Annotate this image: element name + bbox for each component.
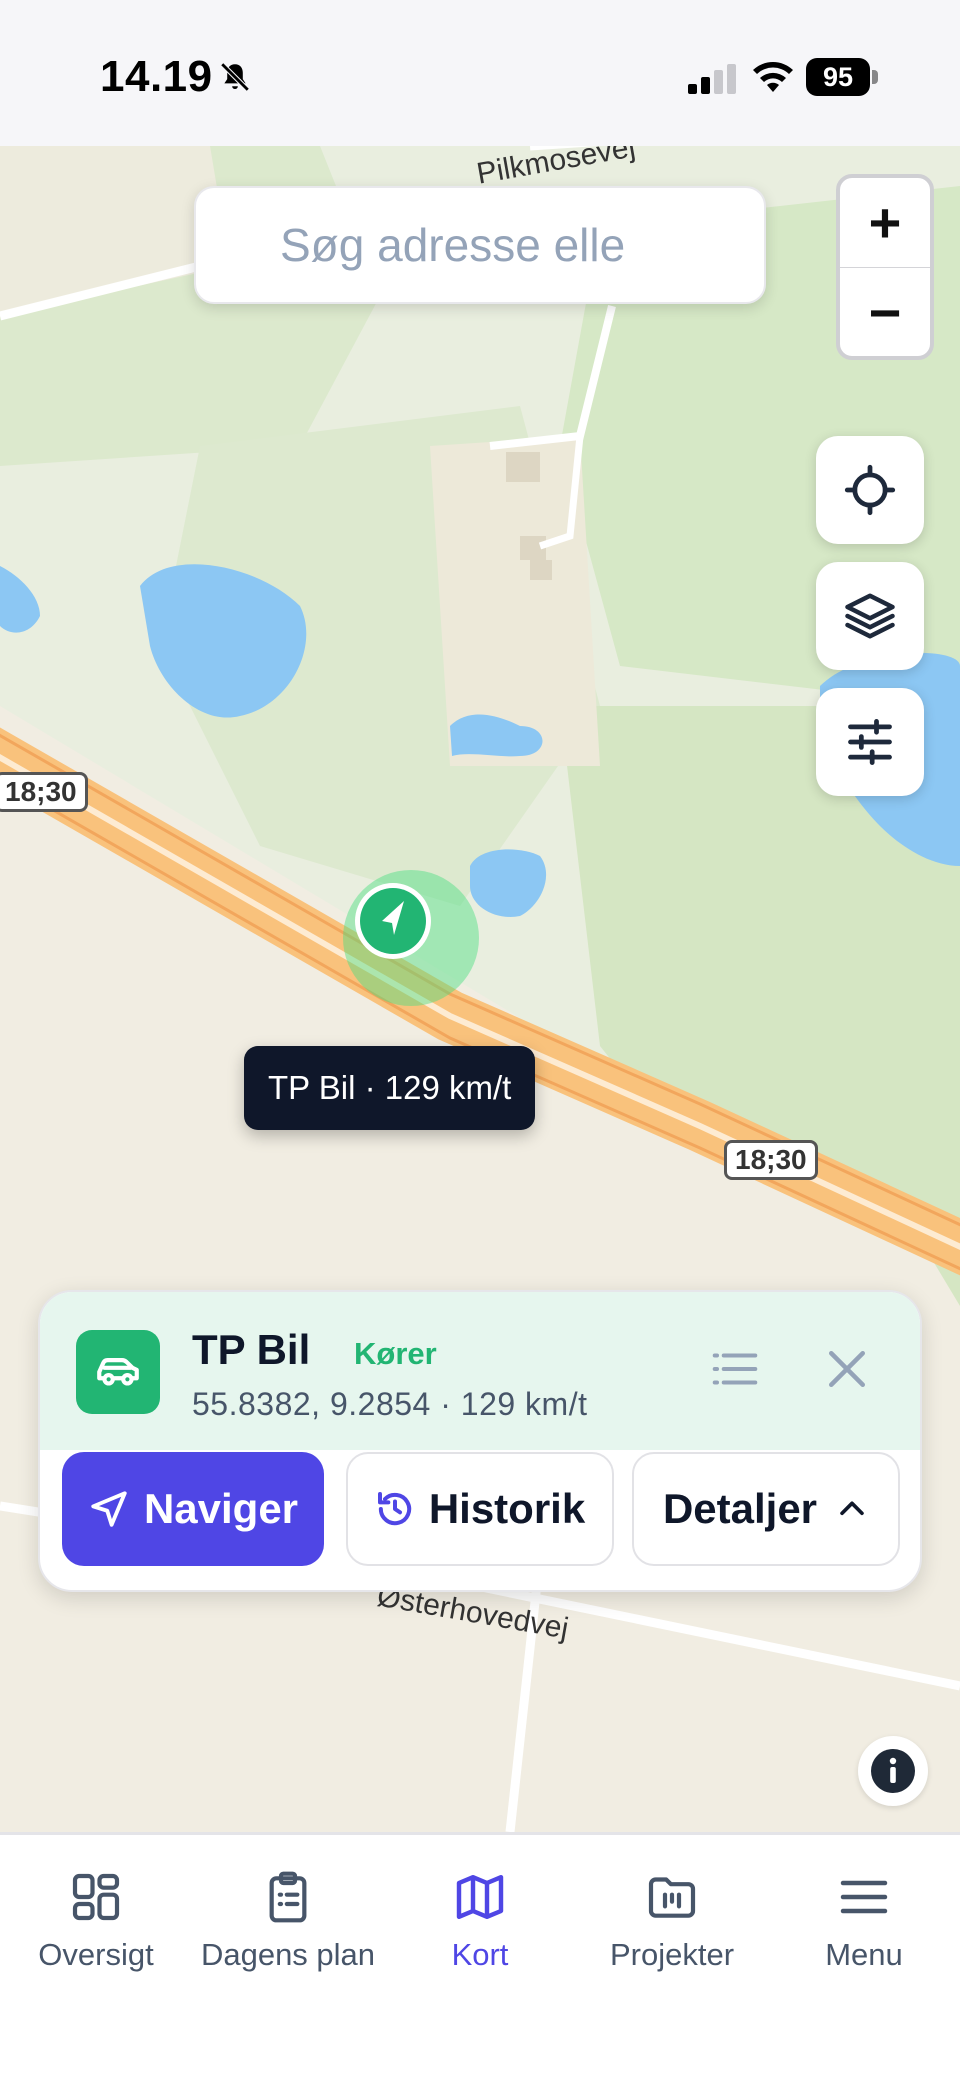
battery-level: 95 bbox=[806, 58, 870, 96]
navigation-arrow-icon bbox=[91, 1491, 127, 1527]
navigate-button-label: Naviger bbox=[143, 1485, 299, 1532]
crosshair-icon bbox=[844, 464, 896, 516]
vehicle-card: TP Bil Kører 55.8382, 9.2854 · 129 km/t … bbox=[38, 1290, 922, 1592]
vehicle-name: TP Bil bbox=[192, 1326, 311, 1373]
grid-icon bbox=[72, 1873, 120, 1921]
menu-icon bbox=[840, 1880, 888, 1914]
zoom-in-button[interactable]: + bbox=[840, 178, 930, 267]
vehicle-tooltip: TP Bil · 129 km/t bbox=[244, 1046, 536, 1130]
battery-indicator: 95 bbox=[806, 58, 878, 96]
layers-icon bbox=[845, 593, 895, 639]
road-label-west: 18;30 bbox=[0, 772, 88, 812]
vehicle-status-badge: Kører bbox=[354, 1336, 437, 1371]
history-icon bbox=[377, 1492, 411, 1526]
battery-tip bbox=[872, 70, 878, 84]
details-button-label: Detaljer bbox=[662, 1485, 818, 1532]
vehicle-location-marker[interactable] bbox=[342, 869, 480, 1007]
cellular-signal-icon bbox=[688, 64, 736, 94]
sliders-icon bbox=[848, 719, 892, 765]
navigate-button[interactable]: Naviger bbox=[62, 1452, 324, 1566]
details-button[interactable]: Detaljer bbox=[632, 1452, 900, 1566]
road-label-east: 18;30 bbox=[724, 1140, 818, 1180]
vehicle-avatar bbox=[76, 1330, 160, 1414]
locate-me-button[interactable] bbox=[816, 436, 924, 544]
clipboard-list-icon bbox=[269, 1871, 307, 1923]
status-bar: 14.19 95 bbox=[0, 0, 960, 146]
bottom-navigation: Oversigt Dagens plan Kort Projekter Menu bbox=[0, 1832, 960, 2079]
nav-item-kort[interactable]: Kort bbox=[384, 1869, 576, 1989]
status-time: 14.19 bbox=[100, 52, 213, 101]
nav-item-menu[interactable]: Menu bbox=[768, 1869, 960, 1989]
nav-label-menu: Menu bbox=[825, 1937, 903, 1972]
chevron-up-icon bbox=[840, 1501, 864, 1516]
folder-icon bbox=[648, 1877, 696, 1918]
nav-label-oversigt: Oversigt bbox=[38, 1937, 154, 1972]
close-icon[interactable] bbox=[820, 1342, 874, 1396]
map-layers-button[interactable] bbox=[816, 562, 924, 670]
map-search-box[interactable] bbox=[194, 186, 766, 304]
vehicle-position-speed: 55.8382, 9.2854 · 129 km/t bbox=[192, 1386, 588, 1422]
history-button-label: Historik bbox=[428, 1485, 586, 1532]
nav-item-dagens-plan[interactable]: Dagens plan bbox=[192, 1869, 384, 1989]
history-button[interactable]: Historik bbox=[346, 1452, 614, 1566]
vehicle-card-actions: Naviger Historik Detaljer bbox=[62, 1452, 902, 1568]
map-info-button[interactable] bbox=[858, 1736, 928, 1806]
map-icon bbox=[456, 1874, 504, 1920]
nav-item-oversigt[interactable]: Oversigt bbox=[0, 1869, 192, 1989]
zoom-out-button[interactable]: − bbox=[840, 268, 930, 356]
info-icon bbox=[871, 1749, 915, 1793]
address-search-input[interactable] bbox=[280, 218, 680, 272]
car-icon bbox=[97, 1358, 139, 1386]
map-filter-button[interactable] bbox=[816, 688, 924, 796]
nav-item-projekter[interactable]: Projekter bbox=[576, 1869, 768, 1989]
nav-label-projekter: Projekter bbox=[609, 1937, 735, 1972]
nav-label-kort: Kort bbox=[451, 1937, 509, 1972]
vehicle-card-header: TP Bil Kører 55.8382, 9.2854 · 129 km/t bbox=[40, 1292, 920, 1450]
wifi-icon bbox=[753, 62, 793, 92]
zoom-control: + − bbox=[836, 174, 934, 360]
bell-muted-icon bbox=[220, 62, 250, 92]
list-icon[interactable] bbox=[708, 1342, 762, 1396]
nav-label-dagens-plan: Dagens plan bbox=[200, 1937, 376, 1972]
